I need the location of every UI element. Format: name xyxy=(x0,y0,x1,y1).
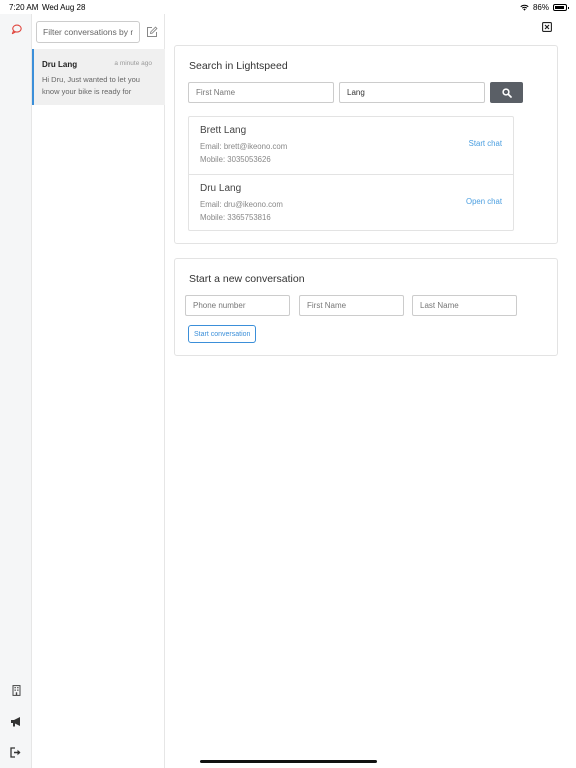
conversation-time: a minute ago xyxy=(114,60,152,67)
new-last-name-input[interactable] xyxy=(412,295,517,316)
new-conversation-title: Start a new conversation xyxy=(189,273,305,285)
megaphone-icon[interactable] xyxy=(9,714,23,728)
search-card-title: Search in Lightspeed xyxy=(189,60,288,72)
new-first-name-input[interactable] xyxy=(299,295,404,316)
result-name: Dru Lang xyxy=(200,183,242,194)
result-mobile: Mobile: 3365753816 xyxy=(200,213,271,222)
filter-conversations-input[interactable] xyxy=(36,21,140,43)
battery-icon xyxy=(553,4,569,11)
conversation-item[interactable]: Dru Lang a minute ago Hi Dru, Just wante… xyxy=(32,49,165,105)
search-results: Brett Lang Email: brett@ikeono.com Mobil… xyxy=(188,116,514,231)
search-lightspeed-card: Search in Lightspeed Brett Lang Email: b… xyxy=(174,45,558,244)
conversation-preview: Hi Dru, Just wanted to let you know your… xyxy=(42,75,140,96)
result-row: Dru Lang Email: dru@ikeono.com Mobile: 3… xyxy=(189,174,513,231)
chat-icon[interactable] xyxy=(9,22,23,36)
status-time: 7:20 AM xyxy=(9,3,39,12)
logout-icon[interactable] xyxy=(9,745,23,759)
result-row: Brett Lang Email: brett@ikeono.com Mobil… xyxy=(189,117,513,174)
status-bar: 7:20 AM Wed Aug 28 86% xyxy=(0,0,576,14)
phone-number-input[interactable] xyxy=(185,295,290,316)
icon-rail xyxy=(0,14,32,768)
search-button[interactable] xyxy=(490,82,523,103)
compose-icon[interactable] xyxy=(146,25,158,37)
home-indicator[interactable] xyxy=(200,760,377,763)
status-right: 86% xyxy=(520,3,569,12)
conversation-list: Dru Lang a minute ago Hi Dru, Just wante… xyxy=(32,14,165,768)
search-first-name-input[interactable] xyxy=(188,82,334,103)
result-email: Email: brett@ikeono.com xyxy=(200,142,288,151)
result-name: Brett Lang xyxy=(200,125,247,136)
building-icon[interactable] xyxy=(9,683,23,697)
search-last-name-input[interactable] xyxy=(339,82,485,103)
result-email: Email: dru@ikeono.com xyxy=(200,200,283,209)
new-conversation-card: Start a new conversation Start conversat… xyxy=(174,258,558,356)
open-chat-link[interactable]: Open chat xyxy=(466,197,502,206)
search-icon xyxy=(501,87,512,98)
result-mobile: Mobile: 3035053626 xyxy=(200,155,271,164)
status-date: Wed Aug 28 xyxy=(42,3,86,12)
wifi-icon xyxy=(520,4,529,11)
start-conversation-button[interactable]: Start conversation xyxy=(188,325,257,343)
conversation-name: Dru Lang xyxy=(42,60,78,69)
start-chat-link[interactable]: Start chat xyxy=(469,139,502,148)
close-icon[interactable] xyxy=(542,19,552,32)
battery-percent: 86% xyxy=(532,3,549,12)
